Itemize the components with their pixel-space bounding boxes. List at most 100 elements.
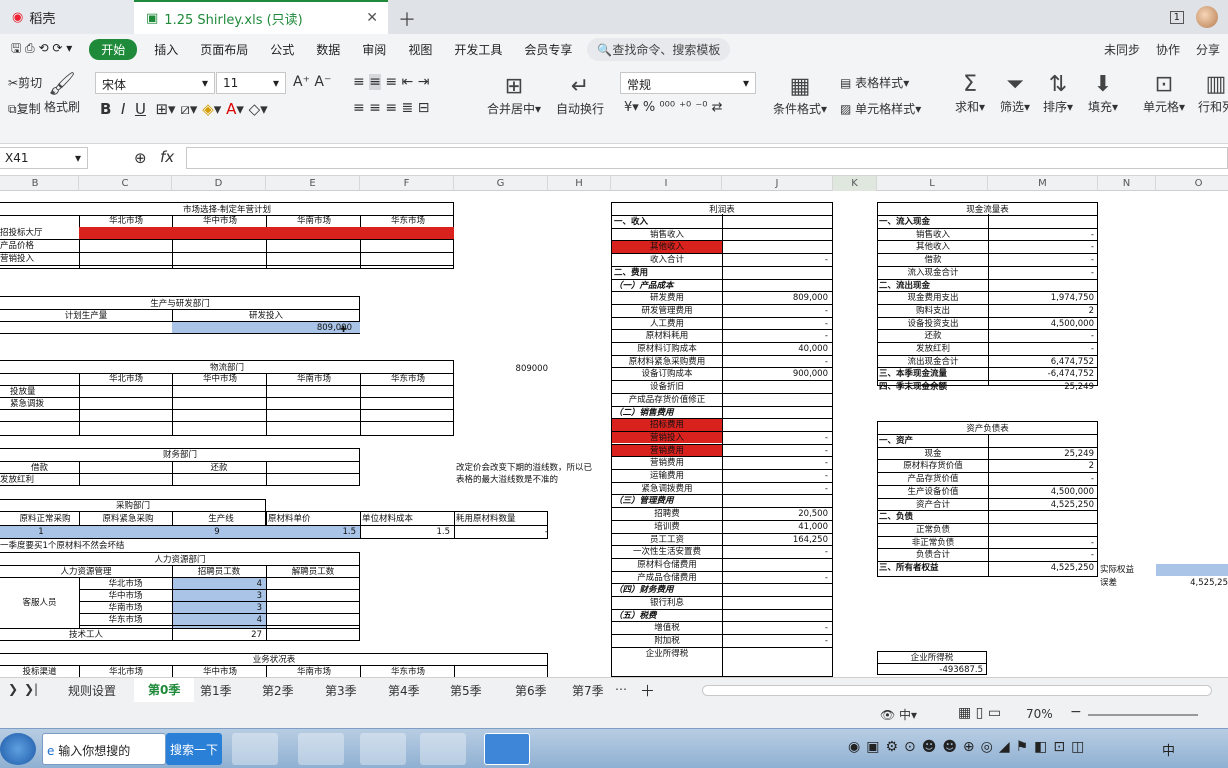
sheet-tab[interactable]: 第2季 <box>262 682 294 699</box>
cashflow-row-value[interactable]: - <box>988 330 1094 342</box>
profit-row-label[interactable]: （二）销售费用 <box>614 407 720 419</box>
taskbar-search-button[interactable]: 搜索一下 <box>166 733 222 765</box>
profit-row-value[interactable]: - <box>722 330 828 342</box>
screen-recorder-icon[interactable] <box>420 733 466 765</box>
format-painter-button[interactable]: 🖌 格式刷 <box>44 72 80 115</box>
column-header-g[interactable]: G <box>454 176 548 191</box>
horizontal-scrollbar[interactable] <box>702 685 1212 696</box>
column-header-d[interactable]: D <box>172 176 266 191</box>
cashflow-row-label[interactable]: 现金费用支出 <box>879 292 987 304</box>
sheet-tab[interactable]: 第5季 <box>450 682 482 699</box>
fx-icon[interactable]: fx <box>160 148 174 166</box>
balance-row-value[interactable]: - <box>988 473 1094 485</box>
hr-tech-label[interactable]: 技术工人 <box>0 629 172 641</box>
profit-row-value[interactable]: - <box>722 546 828 558</box>
profit-row-label[interactable]: 产成品仓储费用 <box>614 572 720 584</box>
finance-title[interactable]: 财务部门 <box>0 449 360 461</box>
start-button[interactable] <box>0 733 36 765</box>
merge-button[interactable]: ⊞ 合并居中▾ <box>487 74 541 117</box>
column-header-f[interactable]: F <box>360 176 454 191</box>
market-header[interactable]: 华南市场 <box>267 215 361 227</box>
save-icon[interactable]: 🖫 ⎙ ⟲ ⟳ ▾ <box>0 39 83 60</box>
profit-row-value[interactable]: - <box>722 254 828 266</box>
market-row-label[interactable]: 营销投入 <box>0 253 79 265</box>
cashflow-row-value[interactable]: - <box>988 229 1094 241</box>
column-header-i[interactable]: I <box>611 176 722 191</box>
profit-row-label[interactable]: 增值税 <box>614 622 720 634</box>
sheet-tab[interactable]: 第0季 <box>134 678 195 702</box>
cashflow-row-label[interactable]: 三、本季现金流量 <box>879 368 987 380</box>
zoom-formula-icon[interactable]: ⊕ <box>134 149 147 167</box>
tab-docer[interactable]: ◉ 稻壳 <box>0 0 134 34</box>
font-grow-icon[interactable]: A⁺ A⁻ <box>293 74 331 90</box>
g-column-value[interactable]: 809000 <box>500 363 548 375</box>
balance-row-label[interactable]: 非正常负债 <box>879 537 987 549</box>
formula-input[interactable] <box>186 147 1228 169</box>
balance-row-label[interactable]: 一、资产 <box>879 435 987 447</box>
cashflow-row-label[interactable]: 设备投资支出 <box>879 318 987 330</box>
red-fill-cell[interactable] <box>79 227 454 239</box>
balance-row-value[interactable]: 4,525,250 <box>988 562 1094 574</box>
avatar[interactable] <box>1196 6 1218 28</box>
copy-button[interactable]: ⧉复制 <box>8 100 41 117</box>
cashflow-row-value[interactable]: 6,474,752 <box>988 356 1094 368</box>
blue-fill-cell[interactable] <box>1156 564 1228 576</box>
business-header[interactable]: 华东市场 <box>361 666 455 677</box>
balance-row-label[interactable]: 三、所有者权益 <box>879 562 987 574</box>
balance-row-label[interactable]: 现金 <box>879 448 987 460</box>
normal-view-icon[interactable]: ▦ ▯ ▭ <box>958 705 1001 721</box>
purchase-note[interactable]: 一季度要买1个原材料不然会坏结 <box>0 540 200 552</box>
finance-note-1[interactable]: 改定价会改变下期的溢线数，所以已 <box>456 462 610 474</box>
balance-row-value[interactable]: 2 <box>988 460 1094 472</box>
sync-button[interactable]: 未同步 <box>1104 41 1140 58</box>
balance-row-label[interactable]: 产品存货价值 <box>879 473 987 485</box>
menu-view[interactable]: 视图 <box>397 41 443 58</box>
error-label[interactable]: 误差 <box>1100 577 1156 589</box>
purchase-header[interactable]: 原材料单价 <box>268 513 362 525</box>
profit-row-value[interactable]: 809,000 <box>722 292 828 304</box>
table-style-button[interactable]: ▤ 表格样式▾ <box>840 74 909 91</box>
balance-row-value[interactable]: - <box>988 537 1094 549</box>
ime-indicator[interactable]: 中 <box>1162 740 1175 759</box>
profit-row-value[interactable]: - <box>722 483 828 495</box>
logistics-header[interactable]: 华南市场 <box>267 373 361 385</box>
business-header[interactable]: 投标渠道 <box>0 666 79 677</box>
cashflow-row-label[interactable]: 四、季末现金余额 <box>879 381 987 393</box>
profit-row-label[interactable]: 二、费用 <box>614 267 720 279</box>
menu-devtools[interactable]: 开发工具 <box>443 41 513 58</box>
profit-row-label[interactable]: 紧急调拨费用 <box>614 483 720 495</box>
sheet-tab[interactable]: 第6季 <box>515 682 547 699</box>
add-sheet-icon[interactable]: ＋ <box>640 680 655 701</box>
profit-row-label[interactable]: 设备订购成本 <box>614 368 720 380</box>
purchase-value[interactable] <box>79 526 169 538</box>
sheet-tab[interactable]: 第3季 <box>325 682 357 699</box>
profit-row-value[interactable]: 40,000 <box>722 343 828 355</box>
profit-row-label[interactable]: （三）管理费用 <box>614 495 720 507</box>
column-header-n[interactable]: N <box>1098 176 1156 191</box>
cashflow-row-label[interactable]: 购料支出 <box>879 305 987 317</box>
menu-data[interactable]: 数据 <box>305 41 351 58</box>
share-button[interactable]: 分享 <box>1196 41 1220 58</box>
profit-row-value[interactable]: 900,000 <box>722 368 828 380</box>
purchase-header[interactable]: 生产线 <box>174 513 268 525</box>
profit-row-label[interactable]: 一次性生活安置费 <box>614 546 720 558</box>
profit-row-label[interactable]: 其他收入 <box>614 241 720 253</box>
cashflow-row-label[interactable]: 还款 <box>879 330 987 342</box>
wps-icon[interactable] <box>484 733 530 765</box>
purchase-value[interactable]: - <box>454 526 548 538</box>
error-value[interactable]: 4,525,25 <box>1156 577 1228 589</box>
column-header-o[interactable]: O <box>1156 176 1228 191</box>
profit-row-value[interactable]: - <box>722 305 828 317</box>
rowcol-button[interactable]: ▥ 行和列 <box>1198 72 1228 115</box>
profit-row-label[interactable]: 原材料仓储费用 <box>614 559 720 571</box>
profit-row-label[interactable]: 员工工资 <box>614 534 720 546</box>
sheet-tab[interactable]: 第7季 <box>572 682 604 699</box>
number-format-icons[interactable]: ¥▾ % ⁰⁰⁰ ⁺⁰ ⁻⁰ ⇄ <box>624 100 722 115</box>
profit-row-label[interactable]: 一、收入 <box>614 216 720 228</box>
filter-button[interactable]: ⏷ 筛选▾ <box>1000 72 1030 115</box>
profit-row-value[interactable]: 20,500 <box>722 508 828 520</box>
cashflow-row-label[interactable]: 销售收入 <box>879 229 987 241</box>
profit-row-label[interactable]: 设备折旧 <box>614 381 720 393</box>
purchase-header[interactable]: 原料紧急采购 <box>81 513 175 525</box>
close-tab-icon[interactable]: ✕ <box>366 10 378 26</box>
